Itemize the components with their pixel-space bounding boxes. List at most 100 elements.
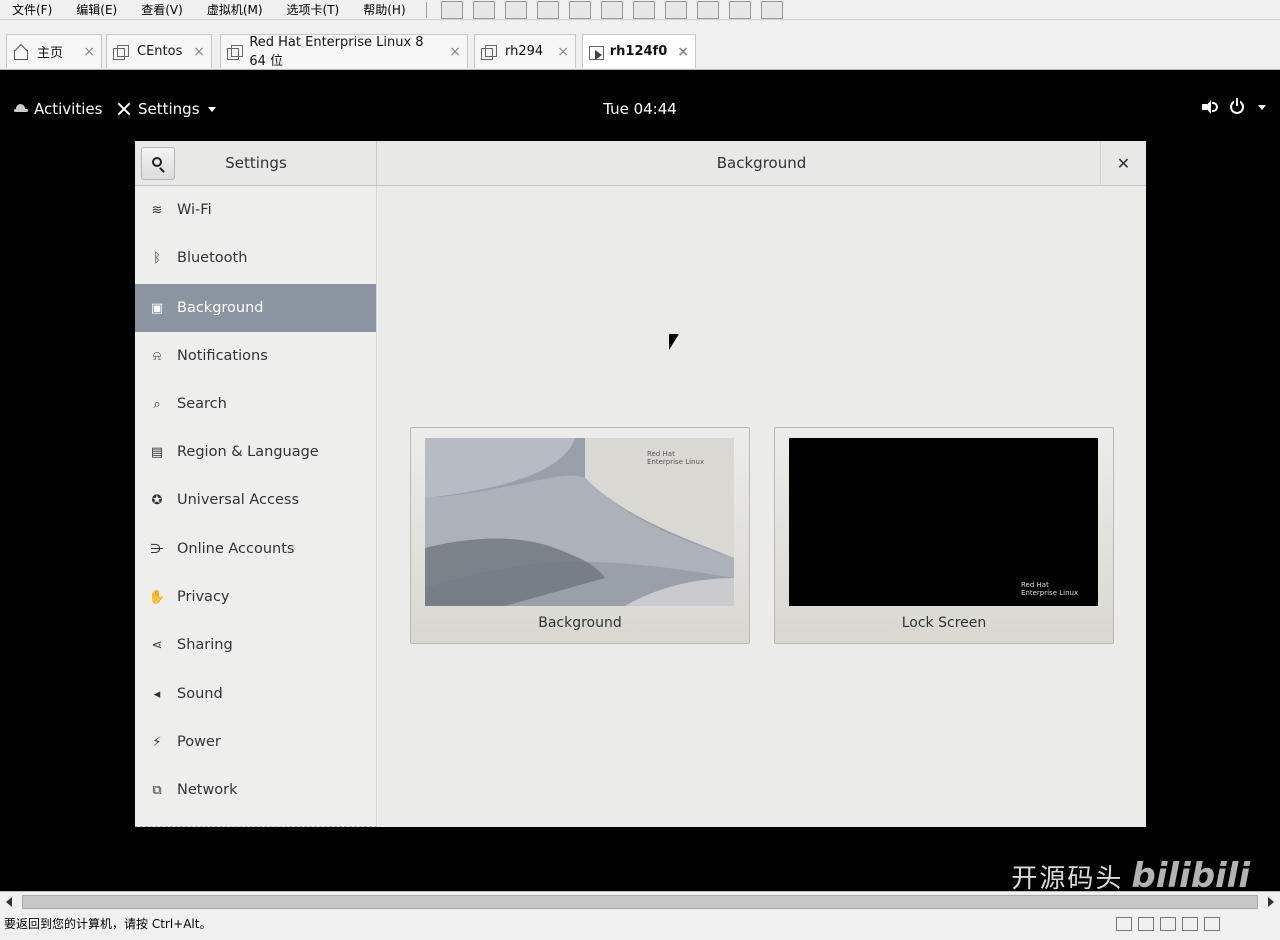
sidebar-item-universal-access[interactable]: ✪ Universal Access [135,476,376,524]
hard-disk-icon[interactable] [1116,917,1132,931]
panel-title: Background [716,154,807,172]
wifi-icon: ≋ [151,202,163,218]
close-icon[interactable]: × [183,44,205,60]
snapshot-manager-icon[interactable] [568,0,591,19]
sidebar-item-sharing[interactable]: ⋖ Sharing [135,621,376,669]
tab-rh294[interactable]: rh294 × [474,34,576,68]
menu-vm[interactable]: 虚拟机(M) [195,1,275,18]
menu-file[interactable]: 文件(F) [0,1,64,18]
vm-icon [113,44,129,60]
sidebar-item-network[interactable]: ⧉ Network [135,766,376,814]
send-keys-icon[interactable] [472,0,495,19]
sidebar-item-label: Network [177,782,238,798]
close-icon[interactable]: × [73,44,95,60]
sidebar-item-label: Background [177,300,264,316]
vm-status-bar: 要返回到您的计算机，请按 Ctrl+Alt。 [0,911,1280,940]
sidebar-item-wifi[interactable]: ≋ Wi-Fi [135,186,376,234]
console-view-icon[interactable] [664,0,687,19]
app-menu-label: Settings [138,100,200,118]
sidebar-item-notifications[interactable]: ⍾ Notifications [135,332,376,380]
logo-line: Red Hat [647,450,675,458]
lock-screen-card[interactable]: Red Hat Enterprise Linux Lock Screen [774,427,1114,644]
tab-centos[interactable]: CEntos × [106,34,212,68]
menu-help[interactable]: 帮助(H) [351,1,417,18]
close-icon[interactable]: × [547,44,569,60]
header-bar-left: Settings [135,141,377,186]
sidebar-item-region-language[interactable]: ▤ Region & Language [135,428,376,476]
sidebar-item-search[interactable]: ⌕ Search [135,380,376,428]
settings-tools-icon [116,101,132,117]
speaker-icon: ◂ [153,686,161,702]
sidebar-item-label: Region & Language [177,444,319,460]
system-menu[interactable] [1202,98,1266,114]
background-thumbnail: Red Hat Enterprise Linux [425,438,734,606]
home-icon [13,45,29,60]
sidebar-item-sound[interactable]: ◂ Sound [135,670,376,718]
sidebar-item-background[interactable]: ▣ Background [135,284,376,332]
settings-window: Settings Background ✕ ≋ Wi-Fi ᛒ Bluetoot… [135,141,1146,827]
menu-view[interactable]: 查看(V) [129,1,195,18]
tab-rhel8[interactable]: Red Hat Enterprise Linux 8 64 位 × [220,34,468,69]
thumbnail-icon[interactable] [728,0,751,19]
pause-icon[interactable] [440,0,463,19]
menu-edit[interactable]: 编辑(E) [64,1,129,18]
online-accounts-icon: ⋺ [150,541,164,557]
bluetooth-icon: ᛒ [153,250,161,266]
stretch-icon[interactable] [696,0,719,19]
unity-icon[interactable] [632,0,655,19]
scroll-right-icon[interactable] [1268,897,1274,907]
redhat-hat-icon [14,104,28,114]
fullscreen-icon[interactable] [600,0,623,19]
cd-drive-icon[interactable] [1138,917,1154,931]
close-button[interactable]: ✕ [1100,141,1146,186]
close-icon[interactable]: × [667,44,689,60]
settings-sidebar: ≋ Wi-Fi ᛒ Bluetooth ▣ Background ⍾ Notif… [135,186,377,827]
sidebar-item-label: Wi-Fi [177,202,212,218]
background-card[interactable]: Red Hat Enterprise Linux Background [410,427,750,644]
card-label: Background [538,615,622,631]
menu-tabs[interactable]: 选项卡(T) [275,1,352,18]
accessibility-icon: ✪ [151,492,163,508]
vm-icon [227,44,244,60]
search-icon [152,157,162,167]
logo-line: Enterprise Linux [647,458,705,466]
horizontal-scrollbar[interactable] [0,891,1280,911]
redhat-logo: Red Hat Enterprise Linux [647,450,704,466]
clock[interactable]: Tue 04:44 [603,100,677,118]
sidebar-item-online-accounts[interactable]: ⋺ Online Accounts [135,525,376,573]
sidebar-item-power[interactable]: ⚡ Power [135,718,376,766]
activities-button[interactable]: Activities [14,100,102,118]
close-icon[interactable]: × [439,44,461,60]
sidebar-item-label: Search [177,396,227,412]
expand-icon[interactable] [760,0,783,19]
tab-rh124f0[interactable]: rh124f0 × [582,34,696,68]
sound-card-icon[interactable] [1204,917,1220,931]
share-icon: ⋖ [151,637,163,653]
sidebar-item-label: Sound [177,686,223,702]
tab-home[interactable]: 主页 × [6,34,102,68]
sidebar-item-label: Sharing [177,637,233,653]
vm-icon [481,44,497,60]
app-menu[interactable]: Settings [116,100,216,118]
network-adapter-icon[interactable] [1160,917,1176,931]
status-message: 要返回到您的计算机，请按 Ctrl+Alt。 [4,917,212,931]
chevron-down-icon [207,106,216,112]
tab-label: 主页 [37,46,64,61]
sidebar-item-privacy[interactable]: ✋ Privacy [135,573,376,621]
region-icon: ▤ [150,444,164,460]
bilibili-logo: bilibili [1131,856,1250,896]
tab-label: rh124f0 [609,44,668,59]
snapshot-icon[interactable] [504,0,527,19]
gnome-top-bar: Activities Settings Tue 04:44 [0,70,1280,146]
logo-line: Red Hat [1021,581,1049,589]
usb-icon[interactable] [1182,917,1198,931]
volume-icon [1202,100,1218,114]
sidebar-item-bluetooth[interactable]: ᛒ Bluetooth [135,234,376,282]
scroll-left-icon[interactable] [6,897,12,907]
sidebar-item-label: Bluetooth [177,250,248,266]
background-icon: ▣ [150,300,164,316]
search-button[interactable] [141,147,175,180]
revert-icon[interactable] [536,0,559,19]
search-icon: ⌕ [153,396,161,412]
scrollbar-thumb[interactable] [22,895,1258,909]
